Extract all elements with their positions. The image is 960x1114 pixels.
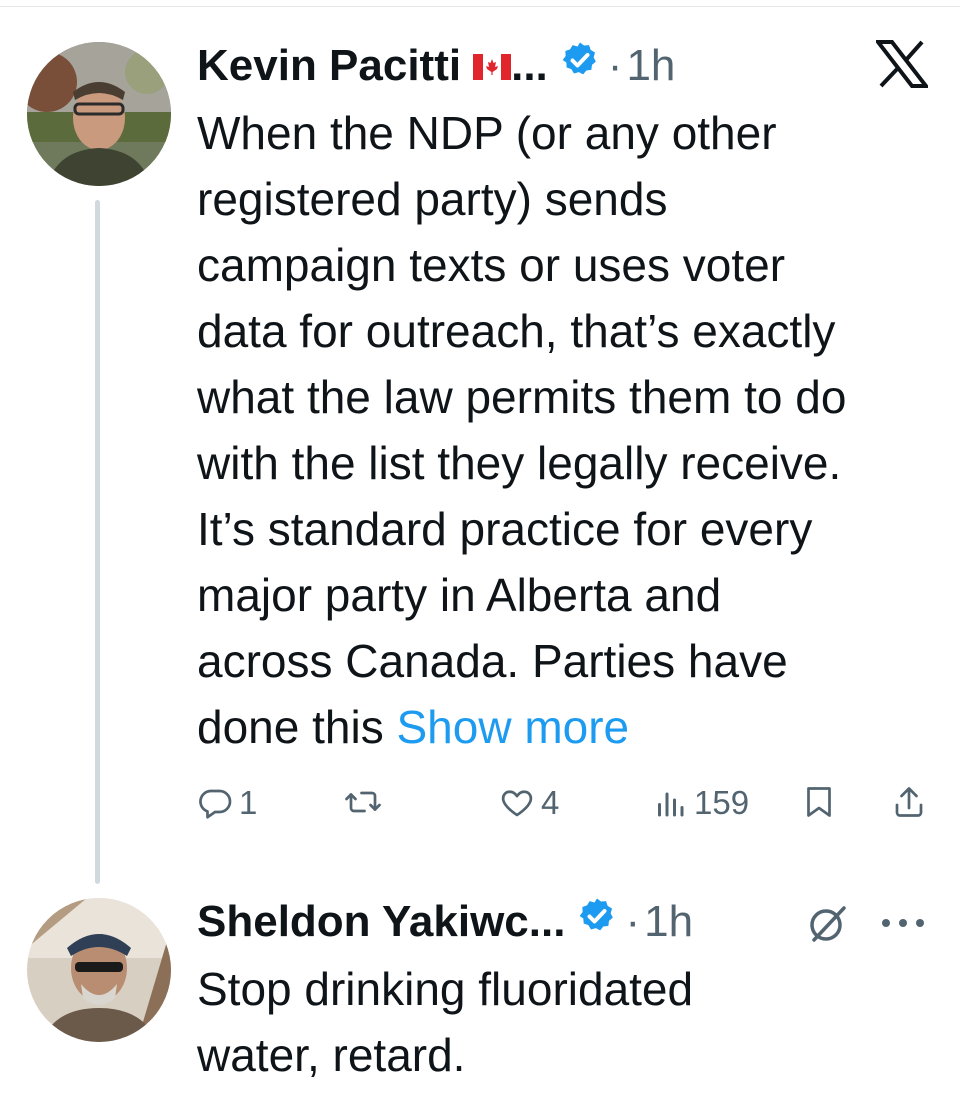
repost-button[interactable] xyxy=(343,784,389,820)
verified-badge-icon[interactable] xyxy=(577,896,617,948)
bookmark-button[interactable] xyxy=(801,784,837,820)
text-line-last: done this Show more xyxy=(197,694,937,760)
repost-icon xyxy=(345,791,381,813)
canada-flag-icon xyxy=(473,40,512,92)
text-line: campaign texts or uses voter xyxy=(197,239,786,291)
reply-count: 1 xyxy=(239,784,258,821)
text-line: Stop drinking fluoridated xyxy=(197,963,694,1015)
text-line: major party in Alberta and xyxy=(197,569,722,621)
grok-icon[interactable] xyxy=(804,900,852,953)
tweet-header: Sheldon Yakiwc... · 1h xyxy=(197,896,693,948)
timestamp[interactable]: 1h xyxy=(644,896,693,948)
views-button[interactable]: 159 xyxy=(652,784,749,822)
x-logo-icon xyxy=(873,40,931,93)
text-line: with the list they legally receive. xyxy=(197,437,842,489)
author-name[interactable]: Sheldon Yakiwc... xyxy=(197,896,565,948)
verified-badge-icon[interactable] xyxy=(560,40,600,92)
share-icon xyxy=(895,787,923,817)
tweet-sheldon[interactable]: Sheldon Yakiwc... · 1h Stop drinking flu… xyxy=(0,880,960,1114)
avatar[interactable] xyxy=(27,42,171,186)
show-more-link[interactable]: Show more xyxy=(396,701,629,753)
views-icon xyxy=(658,792,684,817)
heart-icon xyxy=(501,790,533,817)
text-line: water, retard. xyxy=(197,1029,466,1081)
author-name[interactable]: Kevin Pacitti xyxy=(197,40,461,92)
separator-dot: · xyxy=(607,41,623,90)
share-button[interactable] xyxy=(891,784,927,820)
name-truncation: ... xyxy=(511,41,548,90)
reply-button[interactable]: 1 xyxy=(197,784,257,822)
more-options-icon[interactable] xyxy=(878,916,928,935)
tweet-header: Kevin Pacitti ... · 1h xyxy=(197,40,675,92)
action-bar: 1 4 159 xyxy=(197,784,937,834)
text-line: what the law permits them to do xyxy=(197,371,847,423)
text-line: data for outreach, that’s exactly xyxy=(197,305,836,357)
text-fragment: done this xyxy=(197,701,397,753)
avatar[interactable] xyxy=(27,898,171,1042)
text-line: When the NDP (or any other xyxy=(197,107,777,159)
separator-dot: · xyxy=(625,897,641,946)
reply-icon xyxy=(199,789,232,819)
tweet-kevin[interactable]: Kevin Pacitti ... · 1h When the NDP (or … xyxy=(0,0,960,880)
like-button[interactable]: 4 xyxy=(499,784,559,822)
views-count: 159 xyxy=(694,784,750,821)
like-count: 4 xyxy=(541,784,560,821)
tweet-text: Stop drinking fluoridated water, retard. xyxy=(197,956,937,1088)
text-line: across Canada. Parties have xyxy=(197,635,788,687)
bookmark-icon xyxy=(807,787,831,817)
tweet-text: When the NDP (or any other registered pa… xyxy=(197,100,937,760)
timestamp[interactable]: 1h xyxy=(626,40,675,92)
text-line: It’s standard practice for every xyxy=(197,503,813,555)
text-line: registered party) sends xyxy=(197,173,668,225)
